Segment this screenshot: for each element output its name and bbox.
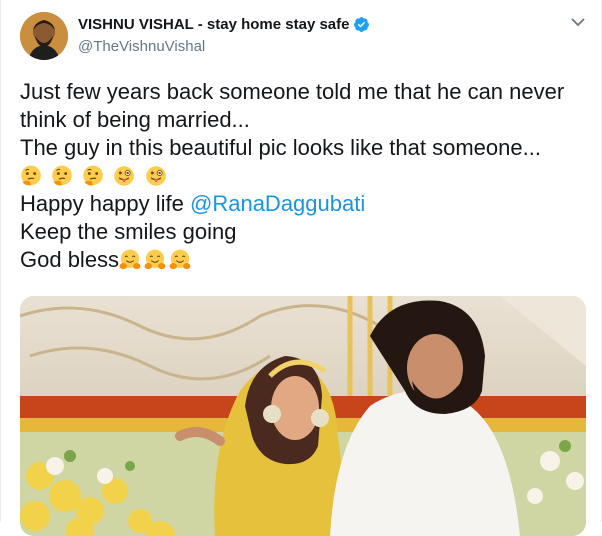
tweet-text-fragment: Happy happy life <box>20 191 190 216</box>
tweet-line: The guy in this beautiful pic looks like… <box>20 135 541 160</box>
emoji-row <box>20 162 590 190</box>
tweet-media-photo[interactable] <box>20 296 586 536</box>
thinking-face-icon <box>52 165 72 186</box>
chevron-down-icon[interactable] <box>570 14 586 30</box>
verified-badge-icon <box>354 17 370 32</box>
hugging-face-icon <box>119 249 141 270</box>
thinking-face-icon <box>21 165 41 186</box>
name-row: VISHNU VISHAL - stay home stay safe <box>78 16 370 33</box>
tweet-line-bless: God bless <box>20 246 590 274</box>
tweet-line-mention: Happy happy life @RanaDaggubati <box>20 190 590 218</box>
display-name[interactable]: VISHNU VISHAL - stay home stay safe <box>78 16 349 33</box>
handle[interactable]: @TheVishnuVishal <box>78 38 205 55</box>
tweet-line: Keep the smiles going <box>20 219 237 244</box>
tweet-text: Just few years back someone told me that… <box>20 78 590 274</box>
avatar[interactable] <box>20 12 68 60</box>
hugging-face-icon <box>169 249 191 270</box>
tweet-line: think of being married... <box>20 107 250 132</box>
hugging-face-icon <box>144 249 166 270</box>
tweet-header: VISHNU VISHAL - stay home stay safe @The… <box>20 12 590 62</box>
winking-face-tongue-icon <box>114 166 135 186</box>
mention-link[interactable]: @RanaDaggubati <box>190 191 365 216</box>
tweet-text-fragment: God bless <box>20 247 120 272</box>
wedding-photo-image <box>20 296 586 536</box>
winking-face-tongue-icon <box>145 166 166 186</box>
avatar-portrait <box>20 12 68 60</box>
thinking-face-icon <box>83 165 104 186</box>
tweet-line: Just few years back someone told me that… <box>20 79 565 104</box>
frame-left-border <box>0 0 1 522</box>
